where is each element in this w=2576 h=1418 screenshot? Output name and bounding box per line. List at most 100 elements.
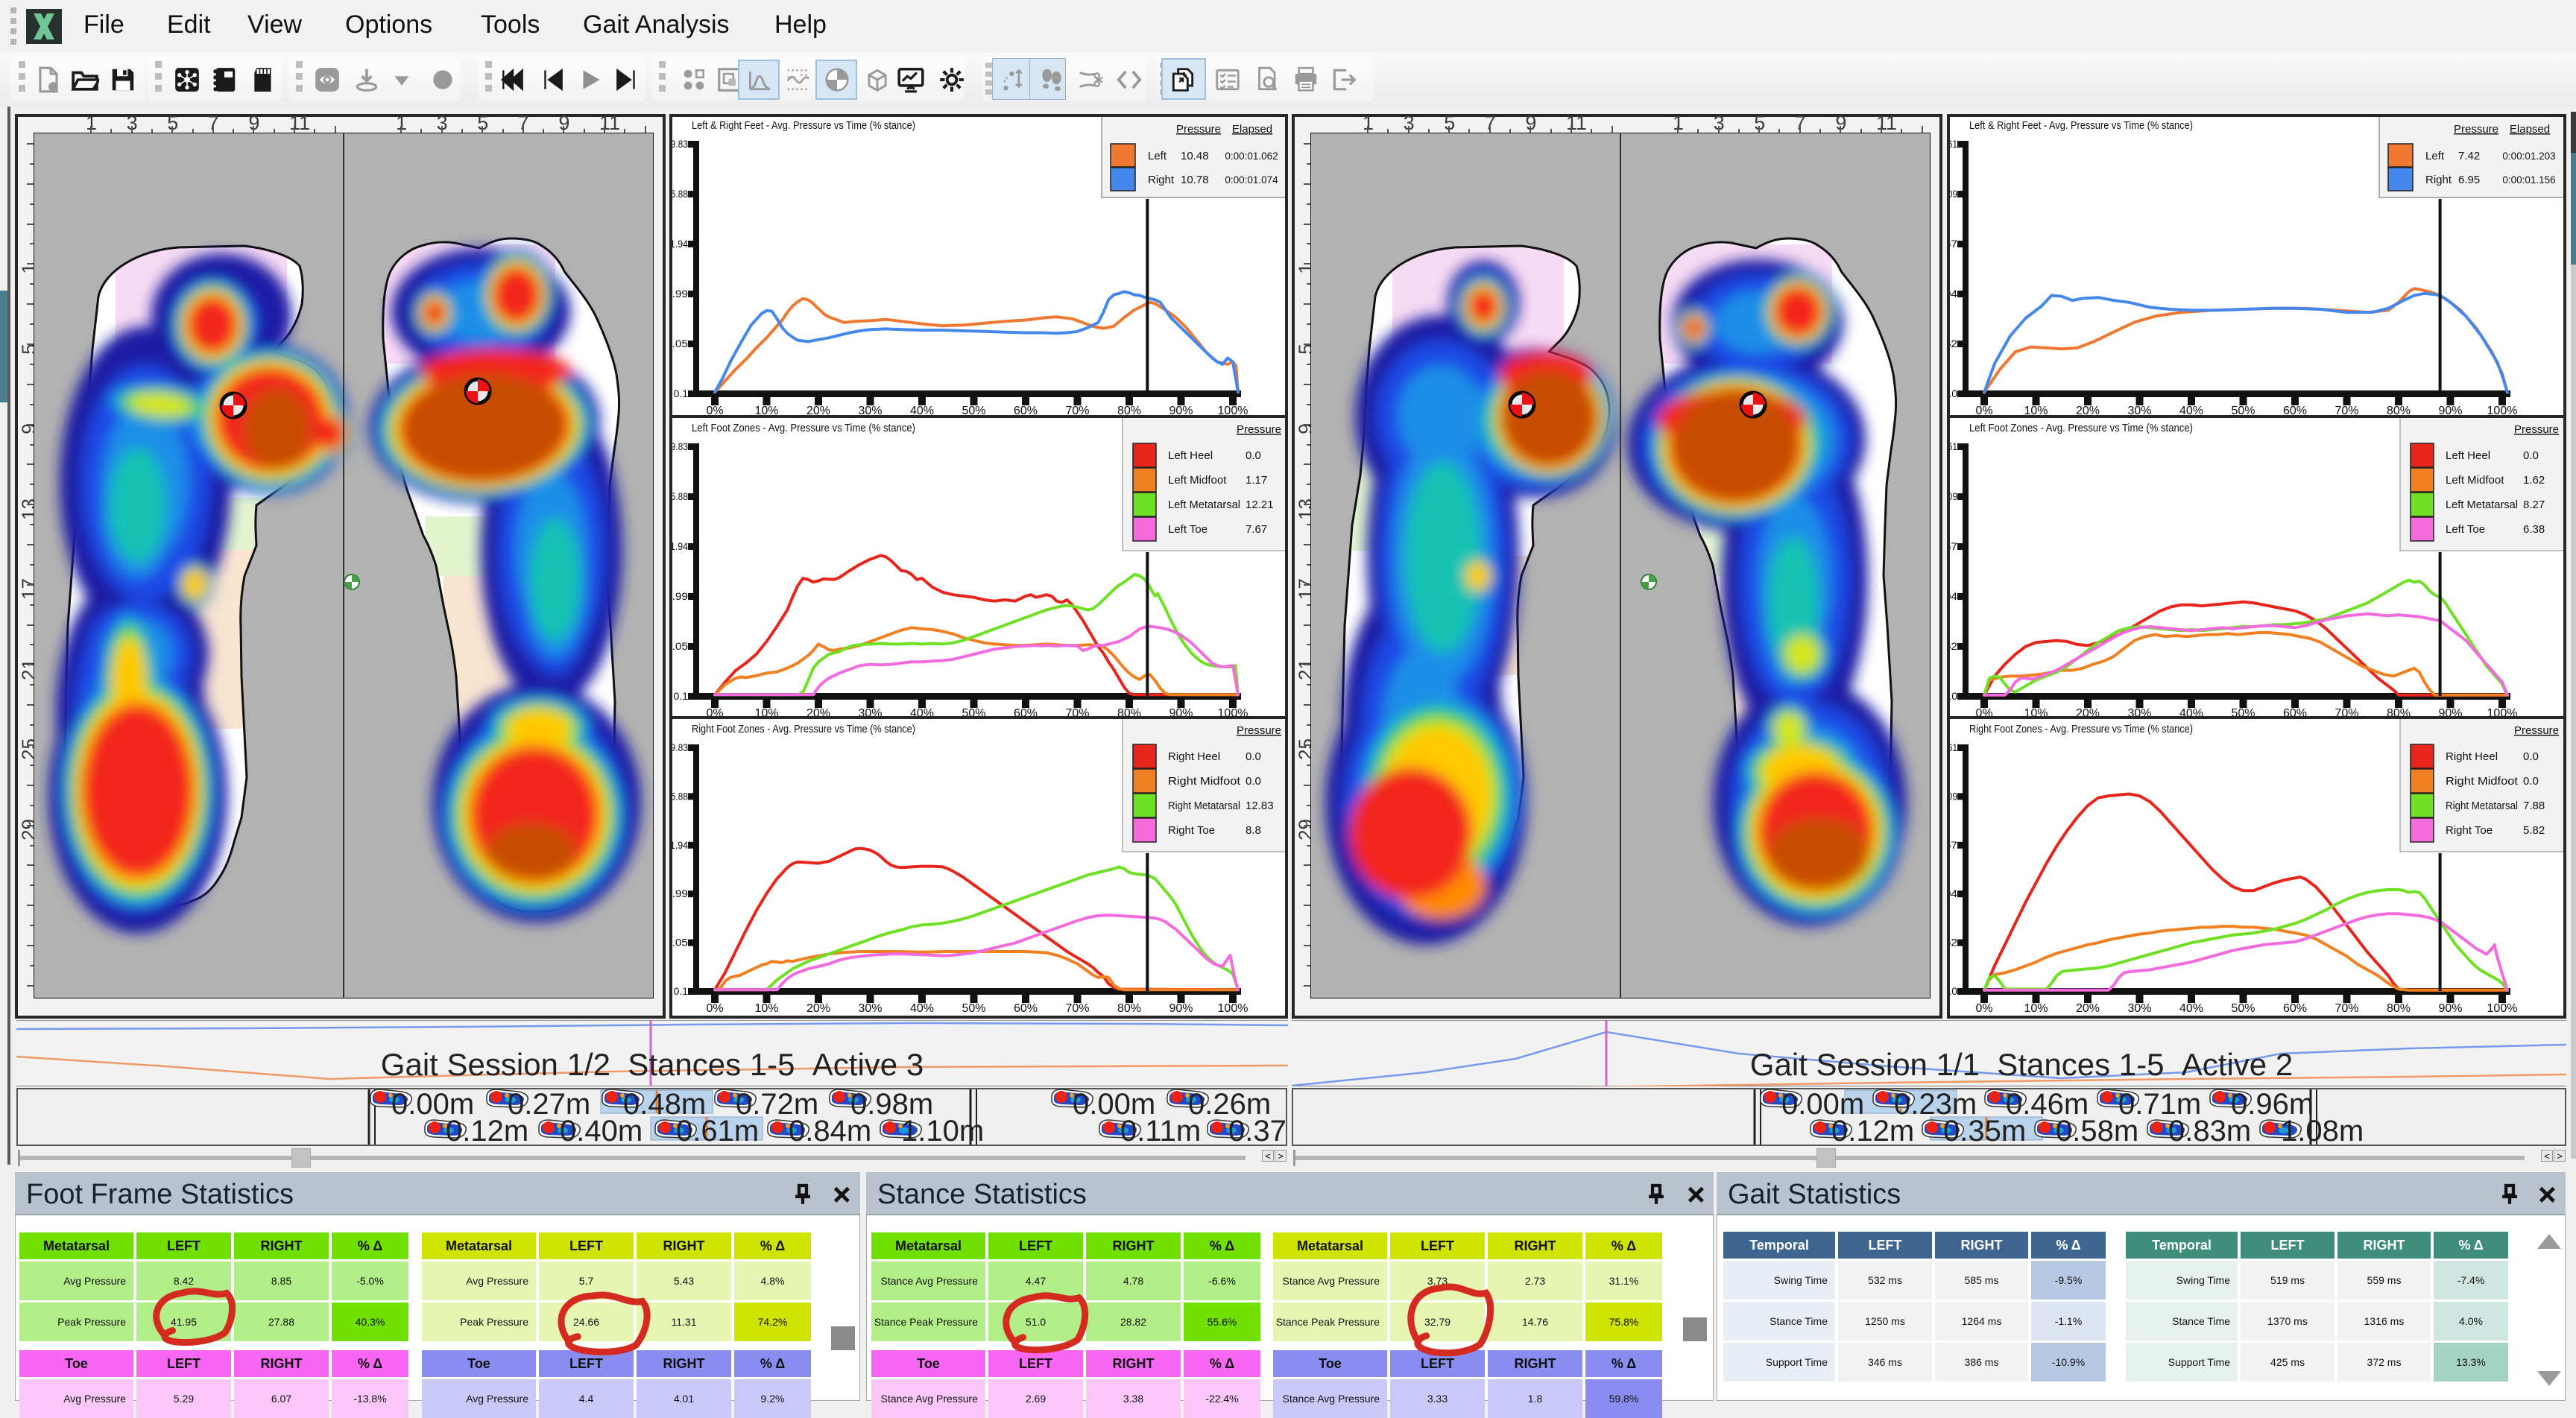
svg-text:12.21: 12.21 — [1246, 498, 1274, 511]
svg-text:40%: 40% — [2179, 1002, 2203, 1015]
svg-text:0.0: 0.0 — [2523, 750, 2539, 763]
svg-text:Left Heel: Left Heel — [1168, 449, 1213, 462]
svg-text:0.0: 0.0 — [1246, 449, 1261, 462]
svg-text:4.05: 4.05 — [669, 640, 688, 652]
svg-text:Left Heel: Left Heel — [2446, 449, 2490, 462]
svg-text:60%: 60% — [2283, 1002, 2307, 1015]
svg-text:Left & Right Feet - Avg. Press: Left & Right Feet - Avg. Pressure vs Tim… — [692, 119, 915, 132]
svg-text:60%: 60% — [1014, 1002, 1038, 1015]
svg-text:7.88: 7.88 — [2523, 800, 2545, 812]
svg-text:10%: 10% — [2024, 1002, 2048, 1015]
svg-text:5.04: 5.04 — [1947, 590, 1957, 602]
svg-text:7.57: 7.57 — [1947, 238, 1957, 250]
svg-text:Left Metatarsal: Left Metatarsal — [2446, 498, 2518, 511]
svg-text:15.88: 15.88 — [669, 188, 688, 200]
svg-text:90%: 90% — [2438, 1002, 2462, 1015]
svg-text:70%: 70% — [1065, 1002, 1089, 1015]
svg-text:5.04: 5.04 — [1947, 887, 1957, 899]
svg-text:Right: Right — [1148, 174, 1175, 186]
svg-text:12.61: 12.61 — [1947, 440, 1957, 452]
svg-text:0.0: 0.0 — [1246, 775, 1261, 788]
svg-text:11.94: 11.94 — [669, 839, 688, 851]
svg-text:Right Toe: Right Toe — [1168, 824, 1215, 837]
svg-text:Pressure: Pressure — [1176, 123, 1221, 136]
svg-text:7.99: 7.99 — [669, 288, 688, 300]
svg-text:10.78: 10.78 — [1181, 174, 1209, 186]
svg-text:30%: 30% — [858, 1002, 882, 1015]
svg-text:Pressure: Pressure — [2454, 123, 2498, 136]
svg-text:19.83: 19.83 — [669, 138, 688, 150]
svg-text:5.82: 5.82 — [2523, 824, 2545, 837]
svg-text:19.83: 19.83 — [669, 741, 688, 753]
svg-text:Left & Right Feet - Avg. Press: Left & Right Feet - Avg. Pressure vs Tim… — [1969, 119, 2193, 132]
svg-text:Left: Left — [2425, 150, 2445, 162]
svg-text:0.0: 0.0 — [1947, 690, 1957, 702]
svg-text:Pressure: Pressure — [1237, 724, 1281, 737]
svg-text:0:00:01.156: 0:00:01.156 — [2502, 174, 2555, 186]
svg-text:1.17: 1.17 — [1246, 474, 1267, 487]
svg-text:0.0: 0.0 — [2523, 449, 2539, 462]
svg-text:Right Heel: Right Heel — [1168, 750, 1220, 763]
svg-text:Left Foot Zones - Avg. Pressur: Left Foot Zones - Avg. Pressure vs Time … — [692, 422, 915, 434]
svg-text:11.94: 11.94 — [669, 540, 688, 552]
svg-text:11.94: 11.94 — [669, 238, 688, 250]
svg-text:10.09: 10.09 — [1947, 188, 1957, 200]
svg-text:0%: 0% — [706, 1002, 723, 1015]
svg-text:10.48: 10.48 — [1181, 150, 1209, 162]
svg-text:Right Foot Zones - Avg. Pressu: Right Foot Zones - Avg. Pressure vs Time… — [1969, 723, 2193, 735]
svg-text:20%: 20% — [806, 1002, 830, 1015]
svg-text:80%: 80% — [1117, 1002, 1141, 1015]
svg-text:0.0: 0.0 — [1246, 750, 1261, 763]
svg-text:12.83: 12.83 — [1246, 800, 1274, 812]
svg-text:Right Midfoot: Right Midfoot — [1168, 775, 1241, 788]
svg-text:Left Toe: Left Toe — [2446, 523, 2485, 536]
svg-text:7.67: 7.67 — [1246, 523, 1267, 536]
svg-text:0.1: 0.1 — [674, 690, 689, 702]
svg-text:7.99: 7.99 — [669, 590, 688, 602]
svg-text:40%: 40% — [910, 1002, 934, 1015]
svg-text:0:00:01.074: 0:00:01.074 — [1225, 174, 1278, 186]
svg-text:0.0: 0.0 — [1947, 387, 1957, 399]
svg-text:Left Toe: Left Toe — [1168, 523, 1208, 536]
svg-text:90%: 90% — [1169, 1002, 1193, 1015]
svg-text:Left Foot Zones - Avg. Pressur: Left Foot Zones - Avg. Pressure vs Time … — [1969, 422, 2193, 434]
svg-text:7.57: 7.57 — [1947, 540, 1957, 552]
svg-text:0:00:01.062: 0:00:01.062 — [1225, 151, 1278, 162]
svg-text:Left Midfoot: Left Midfoot — [2446, 474, 2504, 487]
svg-text:30%: 30% — [2127, 1002, 2151, 1015]
svg-text:70%: 70% — [2334, 1002, 2358, 1015]
svg-text:12.61: 12.61 — [1947, 138, 1957, 150]
svg-text:Left: Left — [1148, 150, 1167, 162]
svg-text:Right Toe: Right Toe — [2446, 824, 2493, 837]
svg-text:Right Foot Zones - Avg. Pressu: Right Foot Zones - Avg. Pressure vs Time… — [692, 723, 915, 735]
svg-text:Right: Right — [2425, 174, 2452, 186]
svg-text:19.83: 19.83 — [669, 440, 688, 452]
svg-text:2.52: 2.52 — [1947, 937, 1957, 949]
svg-text:0.0: 0.0 — [1947, 985, 1957, 997]
svg-text:8.8: 8.8 — [1246, 824, 1261, 837]
svg-text:Left Midfoot: Left Midfoot — [1168, 474, 1227, 487]
svg-text:7.99: 7.99 — [669, 887, 688, 899]
svg-text:8.27: 8.27 — [2523, 498, 2545, 511]
svg-text:15.88: 15.88 — [669, 490, 688, 502]
svg-text:50%: 50% — [962, 1002, 985, 1015]
svg-text:50%: 50% — [2231, 1002, 2255, 1015]
svg-text:5.04: 5.04 — [1947, 288, 1957, 300]
svg-text:Elapsed: Elapsed — [1232, 123, 1272, 136]
svg-text:10.09: 10.09 — [1947, 790, 1957, 802]
svg-text:80%: 80% — [2387, 1002, 2411, 1015]
svg-text:6.38: 6.38 — [2523, 523, 2545, 536]
svg-text:4.05: 4.05 — [669, 338, 688, 349]
svg-text:100%: 100% — [2487, 1002, 2518, 1015]
svg-text:10%: 10% — [754, 1002, 778, 1015]
svg-text:Pressure: Pressure — [1237, 423, 1281, 436]
svg-text:10.09: 10.09 — [1947, 490, 1957, 502]
svg-text:1.62: 1.62 — [2523, 474, 2545, 487]
svg-text:0%: 0% — [1975, 1002, 1992, 1015]
svg-text:2.52: 2.52 — [1947, 640, 1957, 652]
svg-text:Left Metatarsal: Left Metatarsal — [1168, 498, 1240, 511]
svg-text:4.05: 4.05 — [669, 937, 688, 949]
svg-text:0.1: 0.1 — [674, 387, 689, 399]
svg-text:7.42: 7.42 — [2458, 150, 2480, 162]
svg-text:2.52: 2.52 — [1947, 338, 1957, 349]
